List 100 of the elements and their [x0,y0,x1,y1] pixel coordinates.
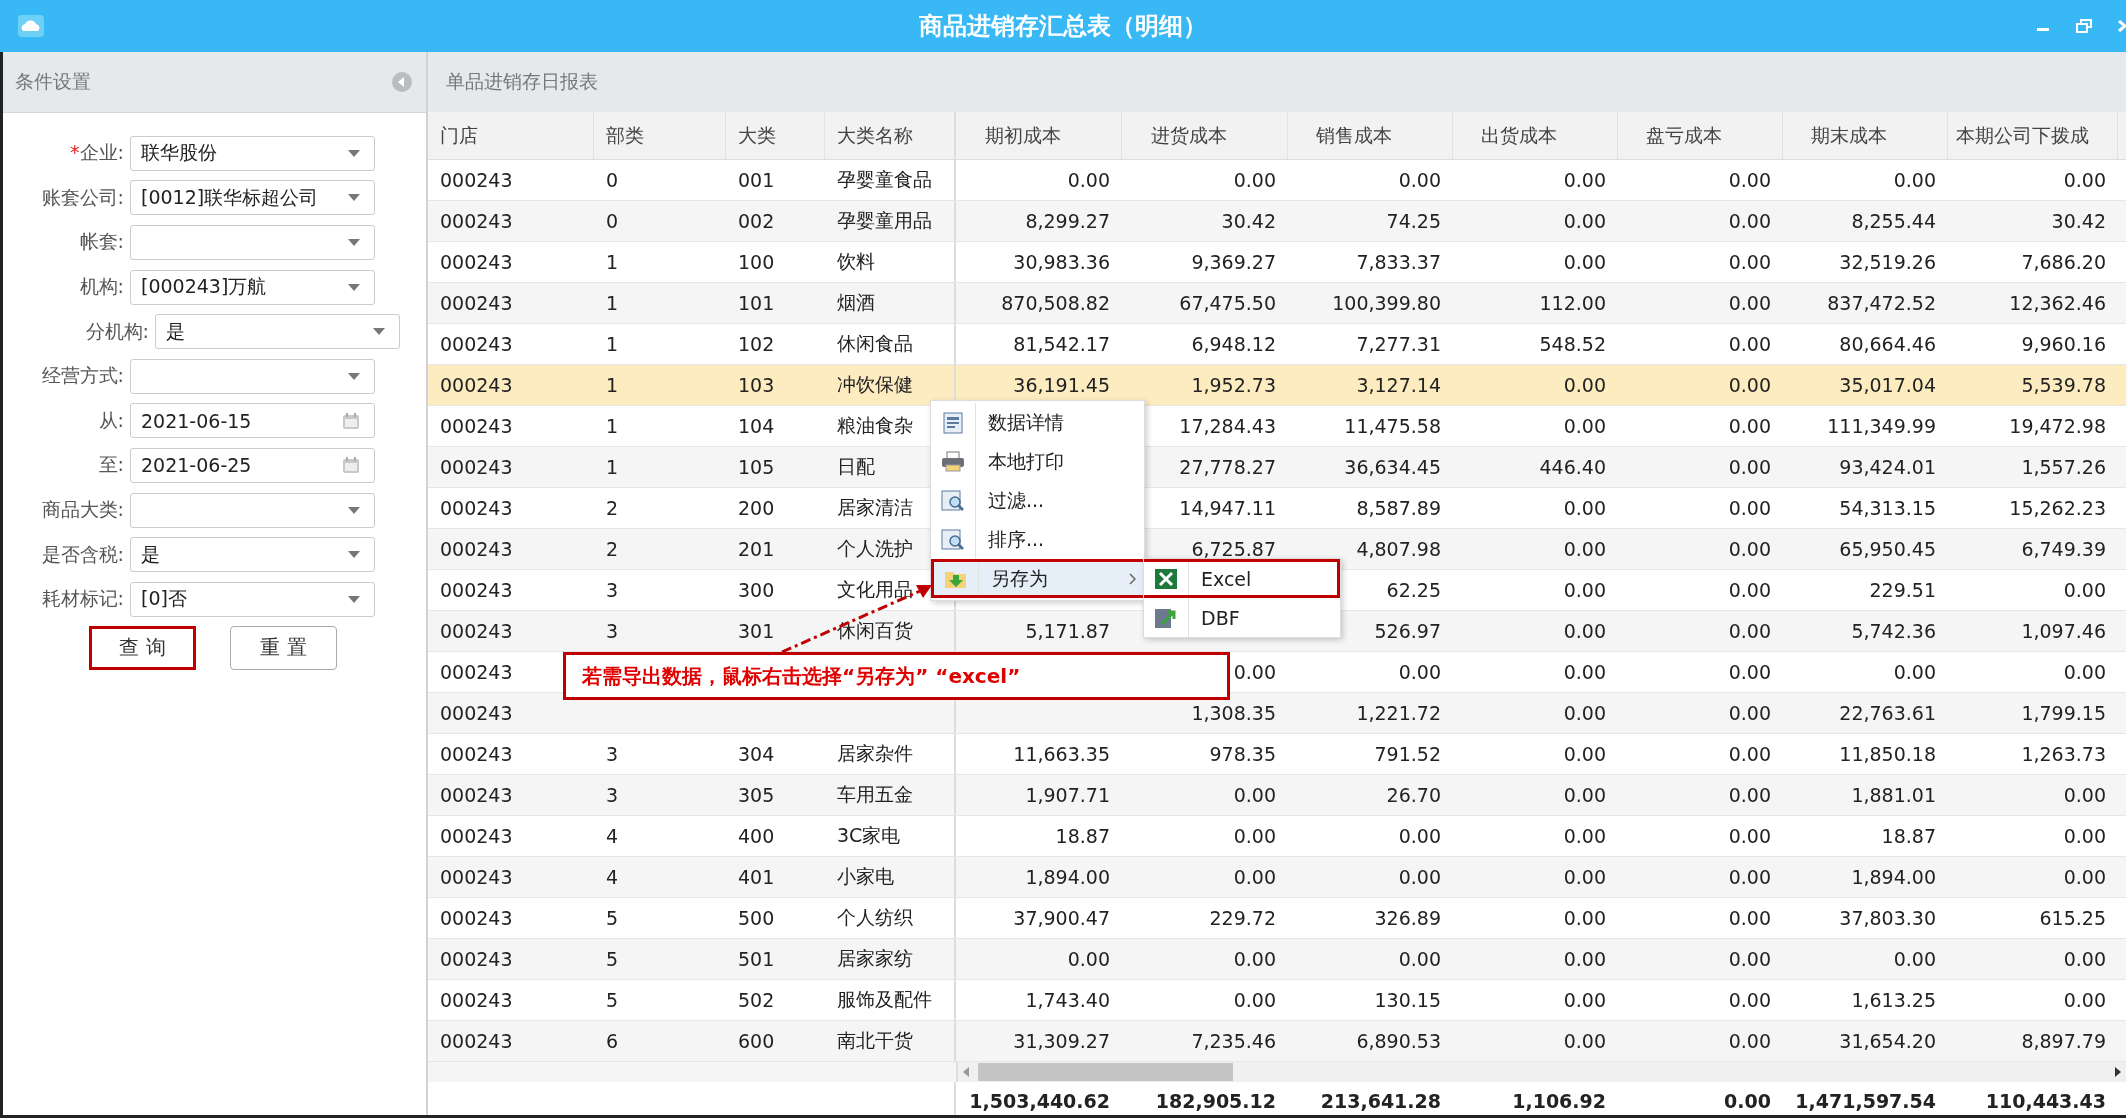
column-header[interactable]: 期初成本 [956,112,1122,159]
table-row[interactable]: 000243 5 501 居家家纺 0.00 0.00 0.00 0.00 0.00 0.00 0.00 [428,939,2126,980]
table-row[interactable]: 000243 4 400 3C家电 18.87 0.00 0.00 0.00 0.00 18.87 0.00 [428,816,2126,857]
table-cell: 0.00 [1728,497,1771,519]
reset-button[interactable]: 重 置 [230,625,337,670]
dropdown-field[interactable]: [0]否 [130,581,375,617]
table-cell: 6,948.12 [1191,333,1276,355]
table-cell: 000243 [440,374,513,396]
table-row[interactable]: 000243 1 100 饮料 30,983.36 9,369.27 7,833.37 0.00 0.00 32,519.26 7,686.20 [428,242,2126,283]
dropdown-field[interactable] [130,492,375,528]
table-cell: 1,263.73 [2021,743,2106,765]
table-row[interactable]: 000243 3 304 居家杂件 11,663.35 978.35 791.52 0.00 0.00 11,850.18 1,263.73 [428,734,2126,775]
table-cell: 0.00 [1398,948,1441,970]
restore-icon[interactable] [2076,19,2092,33]
table-cell: 26.70 [1386,784,1441,806]
table-cell: 67,475.50 [1179,292,1276,314]
column-header[interactable]: 销售成本 [1288,112,1453,159]
query-button[interactable]: 查 询 [89,625,196,670]
table-cell: 3 [606,620,619,642]
table-cell: 1,743.40 [1025,989,1110,1011]
date-field[interactable]: 2021-06-15 [130,403,375,439]
menu-item[interactable]: 另存为 [931,559,1144,598]
field-label: 至: [97,452,125,478]
table-cell: 0.00 [1563,825,1606,847]
table-cell: 31,309.27 [1013,1030,1110,1052]
field-label: 从: [97,407,125,433]
table-cell: 36,191.45 [1013,374,1110,396]
dropdown-field[interactable]: 是 [155,314,400,350]
table-cell: 000243 [440,825,513,847]
table-cell: 0.00 [1563,415,1606,437]
table-row[interactable]: 000243 3 305 车用五金 1,907.71 0.00 26.70 0.00 0.00 1,881.01 0.00 [428,775,2126,816]
calendar-icon[interactable] [342,411,360,430]
table-cell: 11,663.35 [1013,743,1110,765]
table-row[interactable]: 000243 5 500 个人纺织 37,900.47 229.72 326.89 0.00 0.00 37,803.30 615.25 [428,898,2126,939]
scroll-left-icon[interactable] [962,1067,970,1077]
column-header[interactable]: 本期公司下拨成 [1948,112,2118,159]
collapse-icon[interactable] [392,72,412,92]
field-label: *企业: [69,140,125,166]
dropdown-field[interactable] [130,225,375,260]
table-cell-text: 文化用品 [837,577,913,602]
table-cell-text: 服饰及配件 [837,987,932,1012]
table-cell: 4 [606,825,619,847]
table-row[interactable]: 000243 1 102 休闲食品 81,542.17 6,948.12 7,277.31 548.52 0.00 80,664.46 9,960.16 [428,324,2126,365]
close-icon[interactable] [2118,19,2126,33]
dropdown-field[interactable]: 是 [130,537,375,573]
dropdown-field[interactable]: [000243]万航 [130,269,375,305]
table-row[interactable]: 000243 5 502 服饰及配件 1,743.40 0.00 130.15 0.00 0.00 1,613.25 0.00 [428,980,2126,1021]
dropdown-field[interactable]: 联华股份 [130,135,375,171]
caret-icon [348,372,360,380]
table-cell-text: 居家杂件 [837,741,913,766]
table-cell: 0.00 [1233,784,1276,806]
table-cell-text: 冲饮保健 [837,372,913,397]
table-row[interactable]: 000243 0 001 孕婴童食品 0.00 0.00 0.00 0.00 0.00 0.00 0.00 [428,160,2126,201]
menu-item[interactable]: 数据详情 [931,403,1144,442]
table-cell: 0.00 [1728,251,1771,273]
table-cell: 36,634.45 [1344,456,1441,478]
column-header[interactable]: 出货成本 [1453,112,1618,159]
horizontal-scrollbar[interactable] [958,1062,2126,1082]
table-cell: 000243 [440,1030,513,1052]
column-header[interactable]: 盘亏成本 [1618,112,1783,159]
table-cell: 0.00 [1233,661,1276,683]
table-cell: 000243 [440,743,513,765]
dropdown-field[interactable]: [0012]联华标超公司 [130,180,375,216]
table-cell-text: 车用五金 [837,782,913,807]
table-row[interactable]: 000243 1,308.35 1,221.72 0.00 0.00 22,763.61 1,799.15 [428,693,2126,734]
table-row[interactable]: 000243 0 002 孕婴童用品 8,299.27 30.42 74.25 0.00 0.00 8,255.44 30.42 [428,201,2126,242]
table-cell: 401 [738,866,775,888]
table-cell: 0.00 [1563,743,1606,765]
column-header[interactable]: 进货成本 [1122,112,1288,159]
table-row[interactable]: 000243 4 401 小家电 1,894.00 0.00 0.00 0.00 0.00 1,894.00 0.00 [428,857,2126,898]
column-header[interactable]: 部类 [594,112,726,159]
table-cell: 7,235.46 [1191,1030,1276,1052]
table-cell-text: 孕婴童用品 [837,208,932,233]
table-cell: 000243 [440,497,513,519]
field-label: 商品大类: [40,497,125,523]
table-cell: 978.35 [1209,743,1276,765]
table-cell: 0.00 [1563,784,1606,806]
table-cell: 229.51 [1869,579,1936,601]
scroll-right-icon[interactable] [2114,1067,2122,1077]
menu-item[interactable]: Excel [1144,559,1340,598]
table-cell: 0.00 [1728,292,1771,314]
column-header[interactable]: 门店 [428,112,594,159]
table-cell: 1,557.26 [2021,456,2106,478]
table-cell: 6,890.53 [1356,1030,1441,1052]
table-cell: 600 [738,1030,775,1052]
table-cell: 0.00 [1563,620,1606,642]
calendar-icon[interactable] [342,456,360,475]
column-header[interactable]: 期末成本 [1783,112,1948,159]
table-row[interactable]: 000243 1 101 烟酒 870,508.82 67,475.50 100,399.80 112.00 0.00 837,472.52 12,362.46 [428,283,2126,324]
table-cell: 22,763.61 [1839,702,1936,724]
table-row[interactable]: 000243 1 103 冲饮保健 36,191.45 1,952.73 3,127.14 0.00 0.00 35,017.04 5,539.78 [428,365,2126,406]
table-cell: 0.00 [1398,825,1441,847]
date-field[interactable]: 2021-06-25 [130,447,375,483]
table-cell: 14,947.11 [1179,497,1276,519]
table-row[interactable]: 000243 6 600 南北干货 31,309.27 7,235.46 6,890.53 0.00 0.00 31,654.20 8,897.79 [428,1021,2126,1062]
table-cell: 0.00 [1563,579,1606,601]
column-header[interactable]: 大类 [726,112,825,159]
table-cell: 000243 [440,169,513,191]
dropdown-field[interactable] [130,358,375,394]
table-cell: 000243 [440,415,513,437]
